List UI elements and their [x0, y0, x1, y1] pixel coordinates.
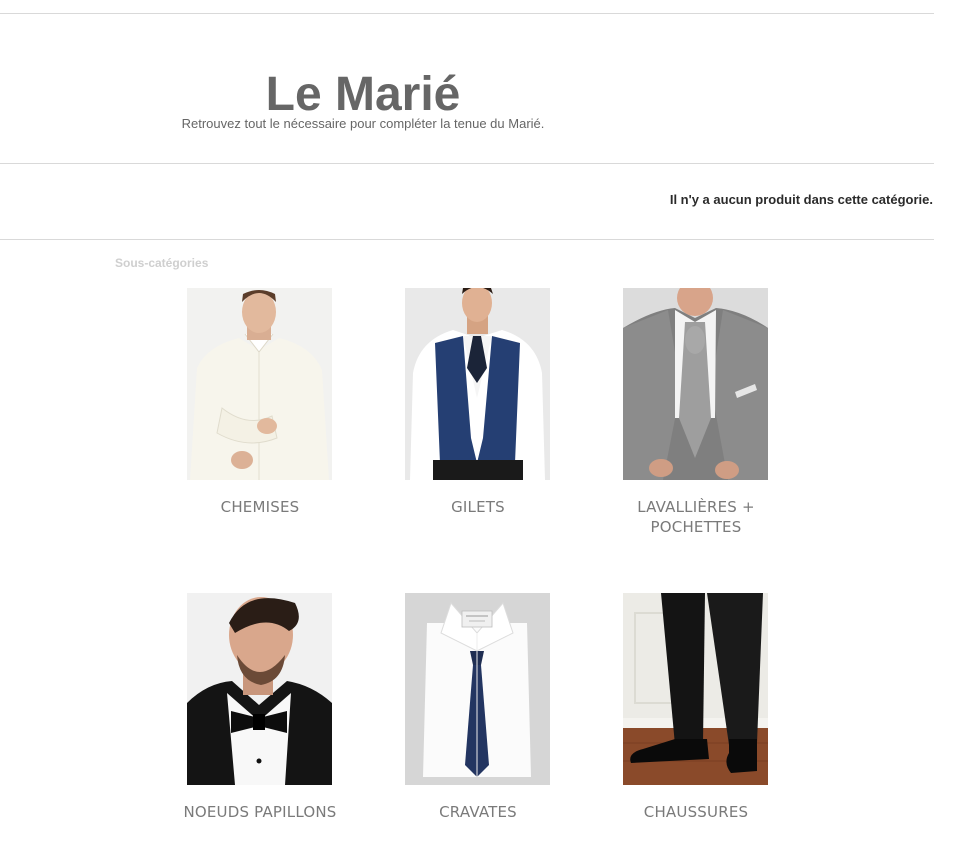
subcategory-card-noeuds-papillons[interactable]: NOEUDS PAPILLONS [183, 593, 336, 822]
subcategory-card-chemises[interactable]: CHEMISES [187, 288, 332, 517]
subcategory-card-lavallieres-pochettes[interactable]: LAVALLIÈRES + POCHETTES [623, 288, 768, 537]
subcategory-label[interactable]: NOEUDS PAPILLONS [160, 802, 360, 822]
white-shirt-photo[interactable] [187, 288, 332, 480]
subcategory-label[interactable]: CHAUSSURES [596, 802, 796, 822]
subcategory-label[interactable]: CHEMISES [160, 497, 360, 517]
subcategories-heading: Sous-catégories [115, 256, 209, 270]
subcategory-card-cravates[interactable]: CRAVATES [405, 593, 550, 822]
top-divider [0, 13, 934, 14]
no-products-alert: Il n'y a aucun produit dans cette catégo… [669, 192, 933, 207]
subcategory-label[interactable]: LAVALLIÈRES + POCHETTES [596, 497, 796, 537]
subcategory-card-gilets[interactable]: GILETS [405, 288, 550, 517]
navy-vest-photo[interactable] [405, 288, 550, 480]
bow-tie-photo[interactable] [187, 593, 332, 785]
category-description: Retrouvez tout le nécessaire pour complé… [181, 116, 545, 131]
grey-cravat-photo[interactable] [623, 288, 768, 480]
subcategory-label[interactable]: CRAVATES [378, 802, 578, 822]
subcategory-label[interactable]: GILETS [378, 497, 578, 517]
navy-tie-photo[interactable] [405, 593, 550, 785]
black-shoes-photo[interactable] [623, 593, 768, 785]
header-divider [0, 163, 934, 164]
alert-divider [0, 239, 934, 240]
subcategory-card-chaussures[interactable]: CHAUSSURES [623, 593, 768, 822]
